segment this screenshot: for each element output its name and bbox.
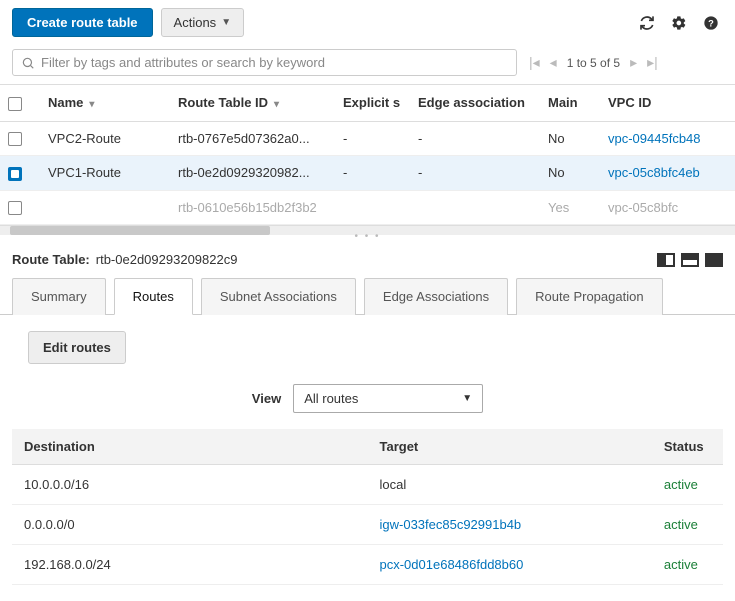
- route-target-link[interactable]: pcx-0d01e68486fdd8b60: [380, 557, 524, 572]
- cell-vpc-id[interactable]: vpc-05c8bfc4eb: [600, 156, 735, 191]
- row-checkbox[interactable]: [8, 132, 22, 146]
- page-last-icon[interactable]: ▸|: [647, 54, 658, 71]
- layout-rows-icon[interactable]: [681, 253, 699, 267]
- routes-table: Destination Target Status 10.0.0.0/16 loc…: [12, 429, 723, 585]
- page-first-icon[interactable]: |◂: [529, 54, 540, 71]
- route-row: 0.0.0.0/0 igw-033fec85c92991b4b active: [12, 505, 723, 545]
- route-destination: 0.0.0.0/0: [12, 505, 368, 545]
- col-edge-association[interactable]: Edge association: [410, 85, 540, 122]
- actions-button[interactable]: Actions ▼: [161, 8, 245, 37]
- col-status[interactable]: Status: [652, 429, 723, 465]
- view-select[interactable]: All routes ▼: [293, 384, 483, 413]
- tab-edge-associations[interactable]: Edge Associations: [364, 278, 508, 315]
- cell-explicit: -: [335, 121, 410, 156]
- cell-main: No: [540, 156, 600, 191]
- detail-value: rtb-0e2d09293209822c9: [96, 252, 238, 267]
- route-target-link[interactable]: igw-033fec85c92991b4b: [380, 517, 522, 532]
- cell-vpc-id[interactable]: vpc-05c8bfc: [600, 190, 735, 225]
- row-checkbox[interactable]: [8, 201, 22, 215]
- edit-routes-button[interactable]: Edit routes: [28, 331, 126, 364]
- cell-name: [40, 190, 170, 225]
- layout-full-icon[interactable]: [705, 253, 723, 267]
- row-checkbox[interactable]: [8, 167, 22, 181]
- col-name[interactable]: Name▾: [40, 85, 170, 122]
- actions-label: Actions: [174, 15, 217, 30]
- paginator: |◂ ◂ 1 to 5 of 5 ▸ ▸|: [529, 54, 658, 71]
- chevron-down-icon: ▼: [221, 17, 231, 28]
- help-icon[interactable]: ?: [703, 15, 719, 31]
- page-next-icon[interactable]: ▸: [630, 54, 637, 71]
- refresh-icon[interactable]: [639, 15, 655, 31]
- tab-summary[interactable]: Summary: [12, 278, 106, 315]
- table-row[interactable]: VPC2-Routertb-0767e5d07362a0...--Novpc-0…: [0, 121, 735, 156]
- col-target[interactable]: Target: [368, 429, 652, 465]
- detail-tabs: Summary Routes Subnet Associations Edge …: [0, 277, 735, 315]
- tab-subnet-associations[interactable]: Subnet Associations: [201, 278, 356, 315]
- tab-route-propagation[interactable]: Route Propagation: [516, 278, 662, 315]
- settings-icon[interactable]: [671, 15, 687, 31]
- col-explicit[interactable]: Explicit s: [335, 85, 410, 122]
- cell-explicit: [335, 190, 410, 225]
- cell-name: VPC1-Route: [40, 156, 170, 191]
- search-box[interactable]: [12, 49, 517, 76]
- table-row[interactable]: VPC1-Routertb-0e2d0929320982...--Novpc-0…: [0, 156, 735, 191]
- route-destination: 192.168.0.0/24: [12, 545, 368, 585]
- cell-route-table-id: rtb-0610e56b15db2f3b2: [170, 190, 335, 225]
- cell-main: No: [540, 121, 600, 156]
- detail-label: Route Table:: [12, 252, 90, 267]
- route-row: 10.0.0.0/16 local active: [12, 465, 723, 505]
- create-route-table-button[interactable]: Create route table: [12, 8, 153, 37]
- view-label: View: [252, 391, 281, 406]
- search-input[interactable]: [41, 55, 508, 70]
- cell-explicit: -: [335, 156, 410, 191]
- resize-handle-icon[interactable]: • • •: [0, 231, 735, 242]
- view-selected-value: All routes: [304, 391, 358, 406]
- svg-text:?: ?: [708, 18, 714, 28]
- col-destination[interactable]: Destination: [12, 429, 368, 465]
- layout-columns-icon[interactable]: [657, 253, 675, 267]
- cell-edge: -: [410, 156, 540, 191]
- cell-route-table-id: rtb-0e2d0929320982...: [170, 156, 335, 191]
- route-status: active: [652, 465, 723, 505]
- cell-vpc-id[interactable]: vpc-09445fcb48: [600, 121, 735, 156]
- search-icon: [21, 56, 35, 70]
- tab-routes[interactable]: Routes: [114, 278, 193, 315]
- route-target: local: [380, 477, 407, 492]
- col-route-table-id[interactable]: Route Table ID▾: [170, 85, 335, 122]
- cell-edge: [410, 190, 540, 225]
- route-tables-list: Name▾ Route Table ID▾ Explicit s Edge as…: [0, 84, 735, 225]
- table-row[interactable]: rtb-0610e56b15db2f3b2 Yesvpc-05c8bfc: [0, 190, 735, 225]
- chevron-down-icon: ▼: [462, 393, 472, 404]
- sort-caret-icon: ▾: [274, 99, 279, 110]
- cell-edge: -: [410, 121, 540, 156]
- page-label: 1 to 5 of 5: [567, 56, 620, 70]
- route-destination: 10.0.0.0/16: [12, 465, 368, 505]
- col-main[interactable]: Main: [540, 85, 600, 122]
- route-status: active: [652, 545, 723, 585]
- col-vpc-id[interactable]: VPC ID: [600, 85, 735, 122]
- cell-name: VPC2-Route: [40, 121, 170, 156]
- page-prev-icon[interactable]: ◂: [550, 54, 557, 71]
- sort-caret-icon: ▾: [89, 99, 94, 110]
- route-status: active: [652, 505, 723, 545]
- cell-route-table-id: rtb-0767e5d07362a0...: [170, 121, 335, 156]
- select-all-checkbox[interactable]: [8, 97, 22, 111]
- cell-main: Yes: [540, 190, 600, 225]
- route-row: 192.168.0.0/24 pcx-0d01e68486fdd8b60 activ…: [12, 545, 723, 585]
